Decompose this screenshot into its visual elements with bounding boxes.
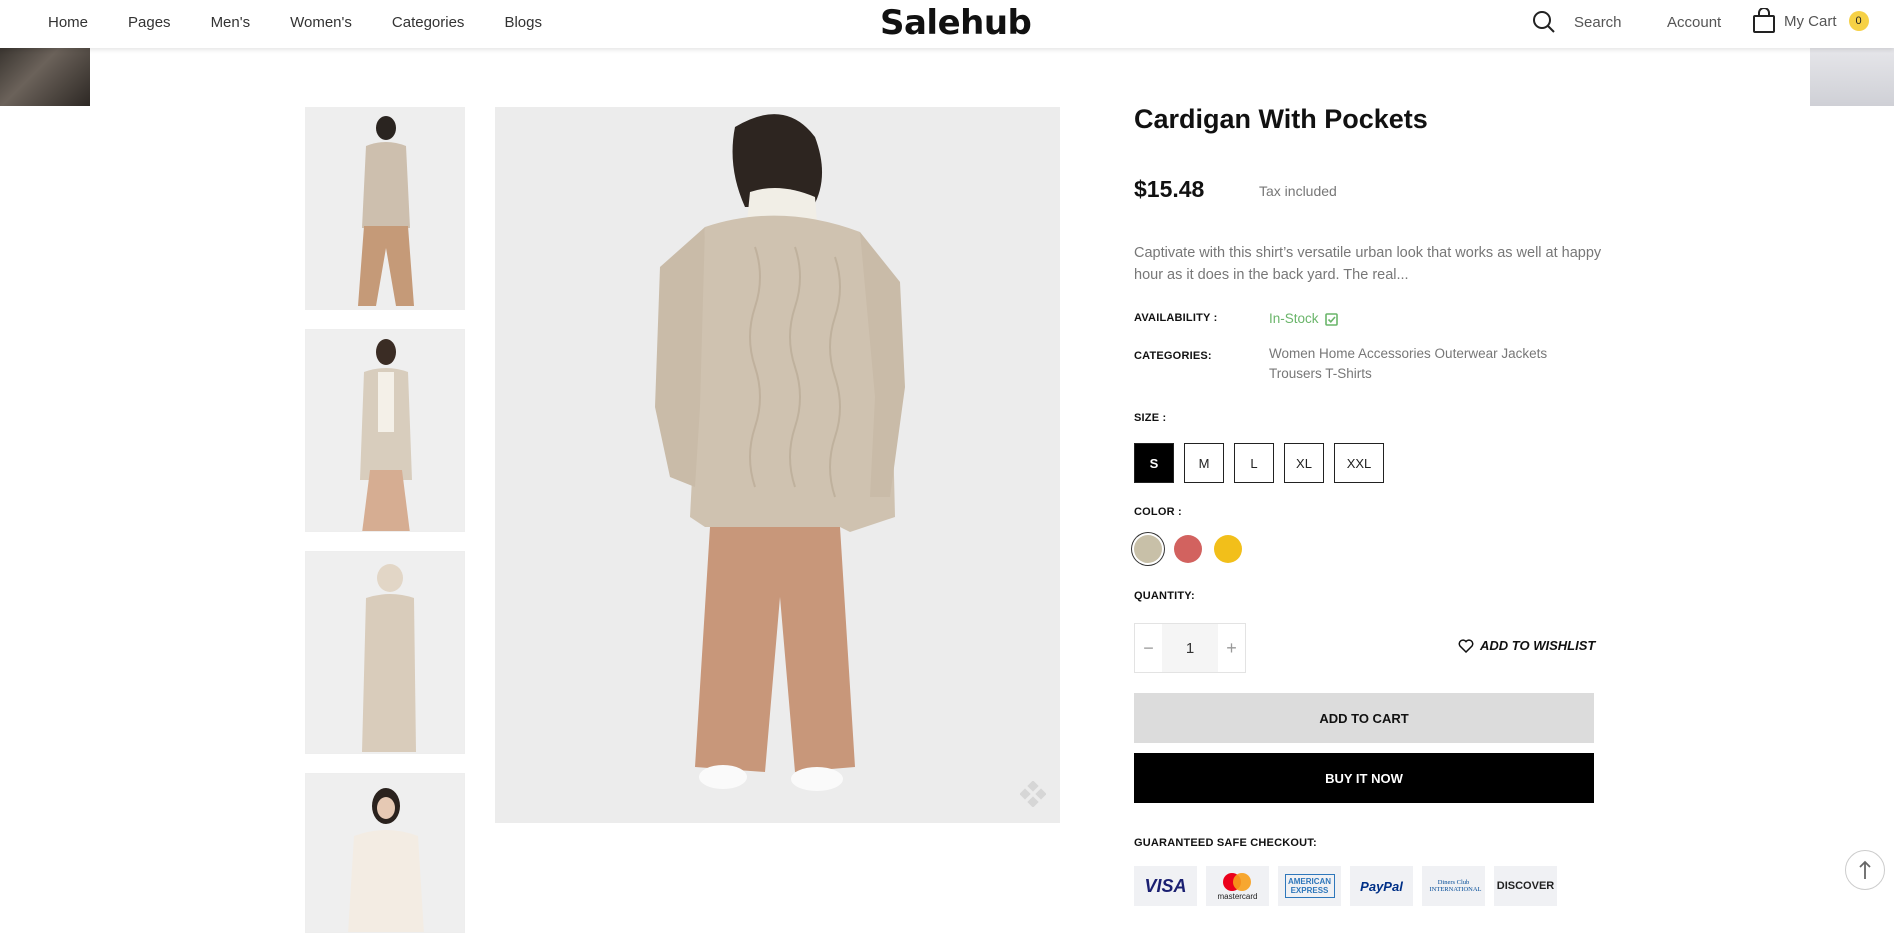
availability-label: AVAILABILITY : <box>1134 312 1218 324</box>
search-icon <box>1533 11 1555 33</box>
color-swatch-red[interactable] <box>1174 535 1202 563</box>
paypal-logo: PayPal <box>1350 866 1413 906</box>
cart-button[interactable]: My Cart 0 <box>1752 8 1869 34</box>
site-logo[interactable]: Salehub <box>880 3 1032 43</box>
product-title: Cardigan With Pockets <box>1134 104 1428 134</box>
buy-it-now-button[interactable]: BUY IT NOW <box>1134 753 1594 803</box>
main-product-image[interactable] <box>495 107 1060 823</box>
heart-icon <box>1458 638 1474 653</box>
discover-logo: DISCOVER <box>1494 866 1557 906</box>
shopping-bag-icon <box>1753 8 1775 33</box>
arrow-up-icon <box>1859 860 1871 879</box>
account-link[interactable]: Account <box>1667 14 1721 31</box>
availability-text: In-Stock <box>1269 311 1319 326</box>
american-express-logo: AMERICAN EXPRESS <box>1278 866 1341 906</box>
back-to-top-button[interactable] <box>1845 850 1885 890</box>
quantity-increase-button[interactable]: + <box>1218 624 1245 672</box>
cart-label: My Cart <box>1784 12 1837 30</box>
check-icon <box>1324 312 1338 326</box>
tax-note: Tax included <box>1259 183 1337 199</box>
nav-blogs[interactable]: Blogs <box>504 14 542 31</box>
size-option-m[interactable]: M <box>1184 443 1224 483</box>
checkout-label: GUARANTEED SAFE CHECKOUT: <box>1134 837 1317 849</box>
search-button[interactable]: Search <box>1532 10 1622 34</box>
quantity-decrease-button[interactable]: − <box>1135 624 1162 672</box>
nav-womens[interactable]: Women's <box>290 14 352 31</box>
product-description: Captivate with this shirt’s versatile ur… <box>1134 245 1602 283</box>
search-label: Search <box>1574 13 1622 31</box>
mastercard-logo: mastercard <box>1206 866 1269 906</box>
previous-product-image[interactable] <box>0 48 90 106</box>
size-option-s[interactable]: S <box>1134 443 1174 483</box>
product-thumbnail[interactable] <box>305 773 465 933</box>
wishlist-label: ADD TO WISHLIST <box>1480 638 1596 653</box>
size-option-xl[interactable]: XL <box>1284 443 1324 483</box>
size-option-l[interactable]: L <box>1234 443 1274 483</box>
availability-value: In-Stock <box>1269 309 1338 329</box>
quantity-label: QUANTITY: <box>1134 590 1195 602</box>
categories-value[interactable]: Women Home Accessories Outerwear Jackets… <box>1269 344 1589 384</box>
cart-count-badge: 0 <box>1848 11 1869 31</box>
categories-label: CATEGORIES: <box>1134 350 1212 362</box>
size-selector: S M L XL XXL <box>1134 443 1384 483</box>
next-product-image[interactable] <box>1810 48 1894 106</box>
nav-categories[interactable]: Categories <box>392 14 465 31</box>
visa-logo: VISA <box>1134 866 1197 906</box>
zoom-icon[interactable] <box>1020 781 1046 807</box>
color-swatch-yellow[interactable] <box>1214 535 1242 563</box>
product-thumbnail[interactable] <box>305 107 465 310</box>
color-selector <box>1134 535 1242 563</box>
size-option-xxl[interactable]: XXL <box>1334 443 1384 483</box>
quantity-input[interactable]: 1 <box>1162 624 1218 672</box>
add-to-wishlist-button[interactable]: ADD TO WISHLIST <box>1458 638 1595 653</box>
product-price: $15.48 <box>1134 176 1205 202</box>
add-to-cart-button[interactable]: ADD TO CART <box>1134 693 1594 743</box>
product-thumbnail[interactable] <box>305 551 465 754</box>
size-label: SIZE : <box>1134 412 1167 424</box>
nav-home[interactable]: Home <box>48 14 88 31</box>
payment-methods: VISA mastercard AMERICAN EXPRESS PayPal … <box>1134 866 1557 906</box>
product-thumbnail[interactable] <box>305 329 465 532</box>
color-label: COLOR : <box>1134 506 1182 518</box>
site-header: Home Pages Men's Women's Categories Blog… <box>0 0 1894 48</box>
nav-mens[interactable]: Men's <box>211 14 251 31</box>
main-nav: Home Pages Men's Women's Categories Blog… <box>48 0 542 45</box>
nav-pages[interactable]: Pages <box>128 14 171 31</box>
diners-club-logo: Diners Club INTERNATIONAL <box>1422 866 1485 906</box>
color-swatch-beige[interactable] <box>1134 535 1162 563</box>
quantity-stepper: − 1 + <box>1134 623 1246 673</box>
